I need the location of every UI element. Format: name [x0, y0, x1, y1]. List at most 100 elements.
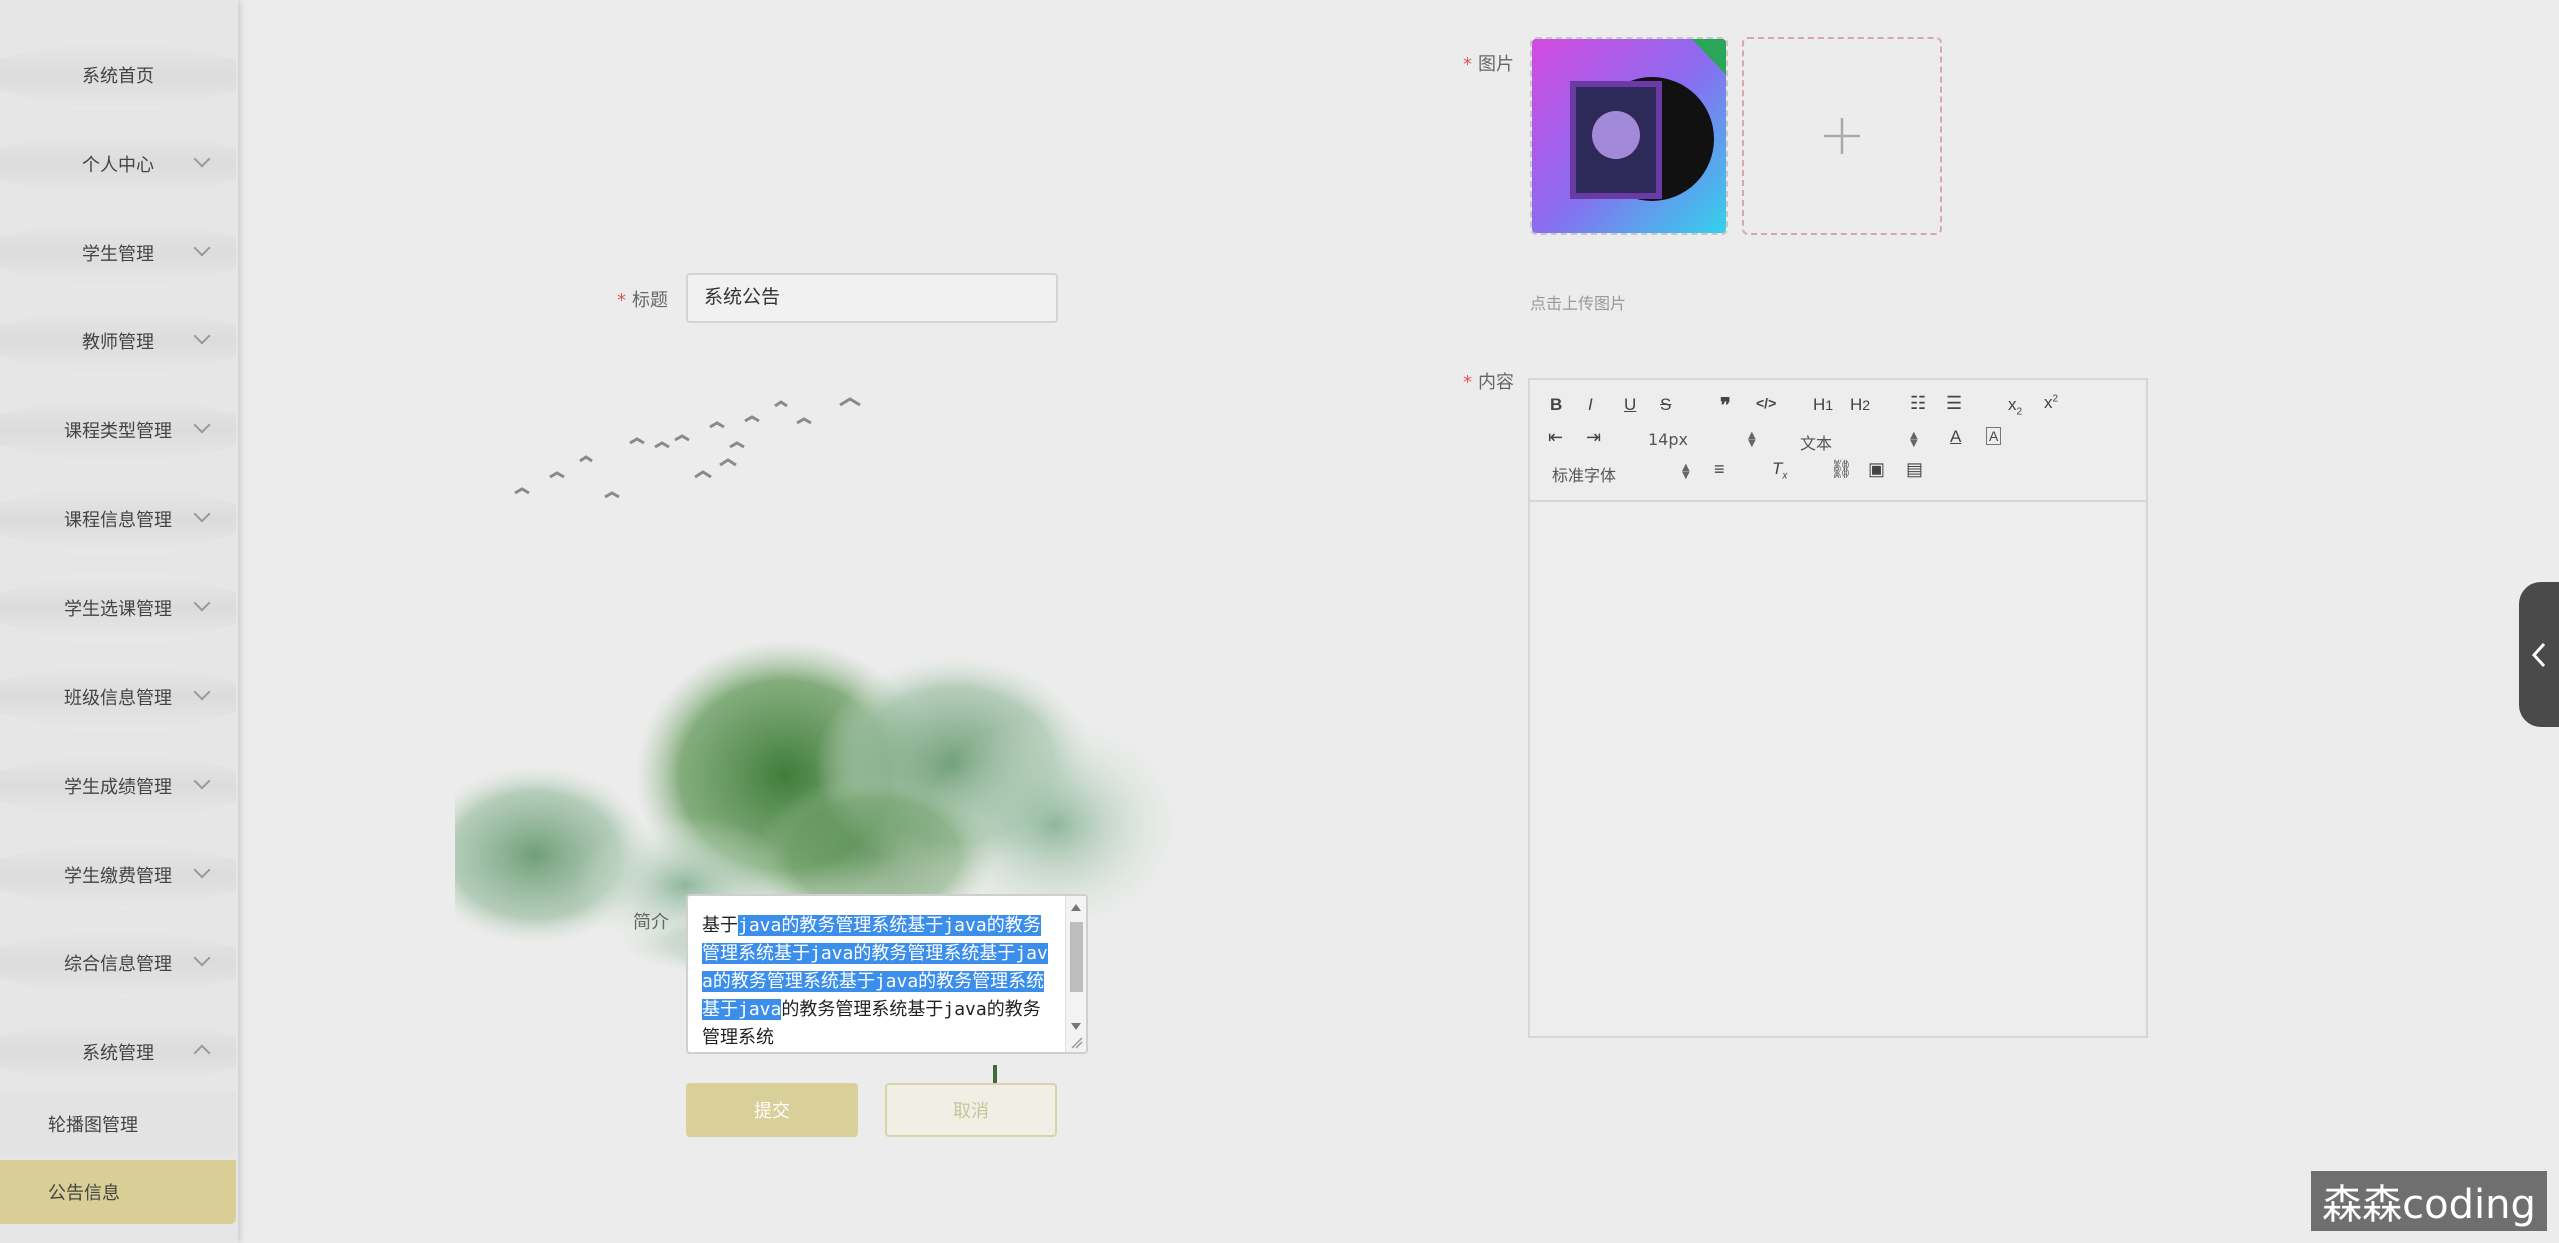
- heading1-icon[interactable]: H1: [1813, 395, 1833, 415]
- link-icon[interactable]: ⛓: [1830, 459, 1853, 480]
- intro-text: 基于java的教务管理系统基于java的教务管理系统基于java的教务管理系统基…: [702, 912, 1054, 1052]
- sidebar-item-general-info[interactable]: 综合信息管理: [0, 928, 236, 998]
- sidebar-item-teachers[interactable]: 教师管理: [0, 306, 236, 376]
- ordered-list-icon[interactable]: ☷: [1910, 393, 1926, 414]
- uploaded-image-thumbnail[interactable]: [1530, 37, 1728, 235]
- blockquote-icon[interactable]: ❞: [1720, 393, 1731, 418]
- bold-icon[interactable]: B: [1550, 395, 1562, 415]
- editor-toolbar: B I U S ❞ </> H1 H2 ☷ ☰ x2 x2 ⇤ ⇥ 14px ▲ ▼…: [1530, 380, 2146, 502]
- sidebar-subitem-label: 轮播图管理: [48, 1115, 138, 1136]
- scroll-down-arrow-icon[interactable]: [1071, 1023, 1081, 1030]
- title-input-value: 系统公告: [704, 287, 781, 308]
- content-label-text: 内容: [1478, 372, 1514, 393]
- intro-label: 简介: [633, 908, 669, 934]
- image-upload-button[interactable]: [1742, 37, 1942, 235]
- submit-button[interactable]: 提交: [686, 1083, 858, 1137]
- sidebar-item-students[interactable]: 学生管理: [0, 218, 236, 288]
- sidebar-item-label: 系统管理: [82, 1043, 154, 1064]
- video-icon[interactable]: ▤: [1906, 459, 1923, 480]
- chevron-up-icon: [193, 1044, 211, 1062]
- underline-icon[interactable]: U: [1624, 395, 1636, 415]
- title-label: * 标题: [617, 286, 668, 312]
- side-panel-toggle[interactable]: [2519, 582, 2559, 727]
- sidebar-item-label: 教师管理: [82, 332, 154, 353]
- sidebar-subitem-announcements[interactable]: 公告信息: [0, 1160, 236, 1224]
- indent-icon[interactable]: ⇥: [1586, 427, 1601, 448]
- watermark: 森森coding: [2311, 1171, 2547, 1231]
- strikethrough-icon[interactable]: S: [1660, 395, 1671, 415]
- bullet-list-icon[interactable]: ☰: [1946, 393, 1962, 414]
- sidebar-item-label: 课程信息管理: [64, 510, 172, 531]
- sidebar-item-course-selection[interactable]: 学生选课管理: [0, 573, 236, 643]
- chevron-down-icon: [193, 327, 211, 345]
- sidebar-item-label: 个人中心: [82, 155, 154, 176]
- sidebar-item-class-info[interactable]: 班级信息管理: [0, 662, 236, 732]
- album-cover-image: [1532, 39, 1726, 233]
- font-size-value: 14px: [1648, 430, 1688, 449]
- chevron-down-icon: [193, 416, 211, 434]
- sidebar-subitem-label: 公告信息: [48, 1183, 120, 1204]
- sidebar-item-label: 学生缴费管理: [64, 866, 172, 887]
- sidebar-item-home[interactable]: 系统首页: [0, 40, 236, 110]
- select-arrows-icon: ▲ ▼: [1748, 430, 1756, 449]
- intro-textarea[interactable]: 基于java的教务管理系统基于java的教务管理系统基于java的教务管理系统基…: [686, 894, 1088, 1054]
- scroll-thumb[interactable]: [1070, 922, 1083, 992]
- subscript-icon[interactable]: x2: [2008, 395, 2022, 417]
- background-color-icon[interactable]: A: [1986, 427, 2002, 445]
- intro-label-text: 简介: [633, 912, 669, 933]
- sidebar-item-label: 班级信息管理: [64, 688, 172, 709]
- sidebar-subitem-carousel[interactable]: 轮播图管理: [0, 1092, 236, 1156]
- superscript-icon[interactable]: x2: [2044, 393, 2058, 413]
- chevron-down-icon: [193, 683, 211, 701]
- clear-format-icon[interactable]: Tx: [1772, 459, 1787, 481]
- intro-text-before: 基于: [702, 915, 738, 936]
- outdent-icon[interactable]: ⇤: [1548, 427, 1563, 448]
- image-label: * 图片: [1463, 50, 1514, 76]
- chevron-down-icon: [193, 861, 211, 879]
- sidebar-item-label: 学生管理: [82, 244, 154, 265]
- scroll-up-arrow-icon[interactable]: [1071, 904, 1081, 911]
- sidebar-item-system[interactable]: 系统管理: [0, 1017, 236, 1087]
- heading2-icon[interactable]: H2: [1850, 395, 1870, 415]
- resize-handle-icon[interactable]: [1070, 1036, 1084, 1050]
- chevron-down-icon: [193, 239, 211, 257]
- content-label: * 内容: [1463, 368, 1514, 394]
- rich-text-editor: B I U S ❞ </> H1 H2 ☷ ☰ x2 x2 ⇤ ⇥ 14px ▲ ▼…: [1528, 378, 2148, 1038]
- submit-button-label: 提交: [754, 1101, 790, 1122]
- font-color-icon[interactable]: A: [1950, 427, 1961, 447]
- sidebar-item-label: 学生成绩管理: [64, 777, 172, 798]
- sidebar-item-payments[interactable]: 学生缴费管理: [0, 840, 236, 910]
- select-arrows-icon: ▲ ▼: [1682, 462, 1690, 481]
- required-asterisk: *: [1463, 372, 1472, 393]
- sidebar-item-course-types[interactable]: 课程类型管理: [0, 395, 236, 465]
- cancel-button-label: 取消: [953, 1101, 989, 1122]
- font-family-select[interactable]: 标准字体 ▲ ▼: [1552, 462, 1692, 486]
- intro-scrollbar[interactable]: [1065, 896, 1086, 1052]
- text-style-value: 文本: [1800, 434, 1833, 453]
- birds-icon: [514, 397, 861, 499]
- align-icon[interactable]: ≡: [1714, 459, 1725, 480]
- cancel-button[interactable]: 取消: [885, 1083, 1057, 1137]
- chevron-down-icon: [193, 505, 211, 523]
- font-family-value: 标准字体: [1552, 466, 1617, 485]
- chevron-down-icon: [193, 594, 211, 612]
- chevron-down-icon: [193, 150, 211, 168]
- sidebar-item-grades[interactable]: 学生成绩管理: [0, 751, 236, 821]
- required-asterisk: *: [1463, 54, 1472, 75]
- sidebar-item-personal-center[interactable]: 个人中心: [0, 129, 236, 199]
- text-style-select[interactable]: 文本 ▲ ▼: [1800, 430, 1920, 454]
- italic-icon[interactable]: I: [1588, 395, 1593, 415]
- title-label-text: 标题: [632, 290, 668, 311]
- sidebar-item-label: 系统首页: [82, 66, 154, 87]
- sidebar: 系统首页 个人中心 学生管理 教师管理 课程类型管理 课程信息管理 学生选课管理…: [0, 0, 238, 1243]
- sidebar-item-label: 综合信息管理: [64, 954, 172, 975]
- chevron-down-icon: [193, 772, 211, 790]
- font-size-select[interactable]: 14px ▲ ▼: [1648, 430, 1758, 449]
- select-arrows-icon: ▲ ▼: [1910, 430, 1918, 449]
- sidebar-item-course-info[interactable]: 课程信息管理: [0, 484, 236, 554]
- image-icon[interactable]: ▣: [1868, 459, 1885, 480]
- title-input[interactable]: 系统公告: [686, 273, 1058, 323]
- chevron-left-icon: [2531, 642, 2546, 667]
- code-block-icon[interactable]: </>: [1756, 395, 1776, 411]
- plus-icon: [1824, 118, 1860, 154]
